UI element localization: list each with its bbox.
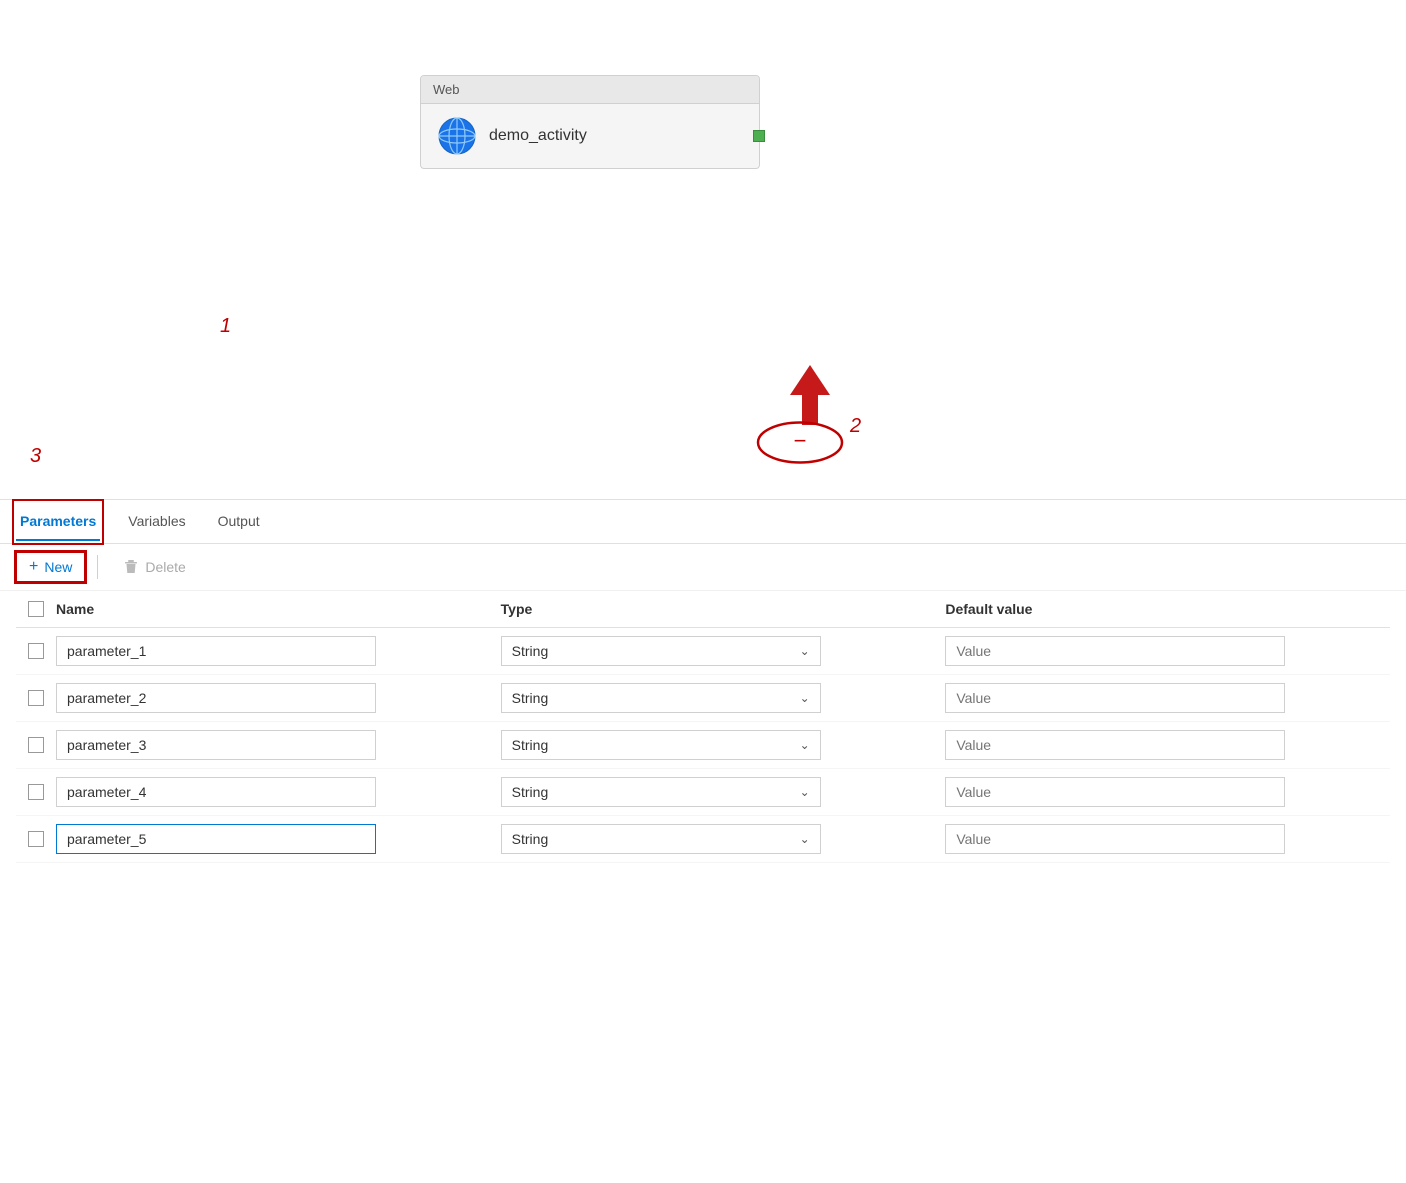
toolbar-divider bbox=[97, 555, 98, 579]
row-3-chevron-icon: ⌄ bbox=[800, 738, 810, 752]
row-2-name-input[interactable] bbox=[56, 683, 376, 713]
globe-icon bbox=[437, 116, 477, 156]
row-3-name-cell bbox=[56, 730, 501, 760]
row-1-checkbox[interactable] bbox=[28, 643, 44, 659]
row-5-checkbox[interactable] bbox=[28, 831, 44, 847]
row-1-chevron-icon: ⌄ bbox=[800, 644, 810, 658]
row-2-chevron-icon: ⌄ bbox=[800, 691, 810, 705]
row-5-name-cell bbox=[56, 824, 501, 854]
row-1-checkbox-cell bbox=[16, 643, 56, 659]
activity-node-header: Web bbox=[421, 76, 759, 104]
row-3-value-cell bbox=[945, 730, 1390, 760]
col-header-default: Default value bbox=[945, 601, 1390, 617]
col-header-type: Type bbox=[501, 601, 946, 617]
row-2-name-cell bbox=[56, 683, 501, 713]
header-checkbox-cell bbox=[16, 601, 56, 617]
row-3-type-select[interactable]: String ⌄ bbox=[501, 730, 821, 760]
activity-status-dot bbox=[753, 130, 765, 142]
row-4-type-select[interactable]: String ⌄ bbox=[501, 777, 821, 807]
tab-output[interactable]: Output bbox=[214, 503, 264, 541]
row-3-value-input[interactable] bbox=[945, 730, 1285, 760]
row-5-type-value: String bbox=[512, 831, 549, 847]
row-4-chevron-icon: ⌄ bbox=[800, 785, 810, 799]
row-2-checkbox-cell bbox=[16, 690, 56, 706]
row-5-value-input[interactable] bbox=[945, 824, 1285, 854]
row-4-type-cell: String ⌄ bbox=[501, 777, 946, 807]
tab-parameters[interactable]: Parameters bbox=[16, 503, 100, 541]
row-4-value-cell bbox=[945, 777, 1390, 807]
row-3-type-value: String bbox=[512, 737, 549, 753]
row-4-checkbox[interactable] bbox=[28, 784, 44, 800]
table-row: String ⌄ bbox=[16, 628, 1390, 675]
row-5-chevron-icon: ⌄ bbox=[800, 832, 810, 846]
row-5-type-select[interactable]: String ⌄ bbox=[501, 824, 821, 854]
plus-icon: + bbox=[29, 558, 38, 576]
table-row: String ⌄ bbox=[16, 769, 1390, 816]
tabs-bar: Parameters Variables Output bbox=[0, 500, 1406, 544]
row-3-checkbox[interactable] bbox=[28, 737, 44, 753]
row-3-checkbox-cell bbox=[16, 737, 56, 753]
trash-icon bbox=[123, 559, 139, 575]
row-1-name-input[interactable] bbox=[56, 636, 376, 666]
row-4-value-input[interactable] bbox=[945, 777, 1285, 807]
canvas-area: Web demo_activity 1 − 2 3 bbox=[0, 0, 1406, 500]
row-2-value-cell bbox=[945, 683, 1390, 713]
row-4-checkbox-cell bbox=[16, 784, 56, 800]
up-arrow-annotation bbox=[785, 365, 835, 425]
row-5-checkbox-cell bbox=[16, 831, 56, 847]
row-2-checkbox[interactable] bbox=[28, 690, 44, 706]
annotation-label-3: 3 bbox=[30, 445, 41, 468]
table-header: Name Type Default value bbox=[16, 591, 1390, 628]
row-2-type-cell: String ⌄ bbox=[501, 683, 946, 713]
row-1-type-value: String bbox=[512, 643, 549, 659]
row-1-value-input[interactable] bbox=[945, 636, 1285, 666]
delete-button[interactable]: Delete bbox=[110, 553, 198, 581]
row-5-type-cell: String ⌄ bbox=[501, 824, 946, 854]
svg-text:−: − bbox=[794, 428, 807, 453]
annotation-label-1: 1 bbox=[220, 315, 231, 338]
row-1-value-cell bbox=[945, 636, 1390, 666]
table-row: String ⌄ bbox=[16, 816, 1390, 863]
table-row: String ⌄ bbox=[16, 675, 1390, 722]
activity-node-body: demo_activity bbox=[421, 104, 759, 168]
row-1-name-cell bbox=[56, 636, 501, 666]
row-2-value-input[interactable] bbox=[945, 683, 1285, 713]
annotation-label-2: 2 bbox=[850, 415, 861, 438]
row-1-type-select[interactable]: String ⌄ bbox=[501, 636, 821, 666]
row-2-type-value: String bbox=[512, 690, 549, 706]
row-5-value-cell bbox=[945, 824, 1390, 854]
row-3-name-input[interactable] bbox=[56, 730, 376, 760]
new-button[interactable]: + New bbox=[16, 552, 85, 582]
new-button-label: New bbox=[44, 559, 72, 575]
table-row: String ⌄ bbox=[16, 722, 1390, 769]
row-4-name-cell bbox=[56, 777, 501, 807]
row-4-type-value: String bbox=[512, 784, 549, 800]
row-5-name-input[interactable] bbox=[56, 824, 376, 854]
row-4-name-input[interactable] bbox=[56, 777, 376, 807]
activity-node[interactable]: Web demo_activity bbox=[420, 75, 760, 169]
bottom-panel: Parameters Variables Output + New Delete… bbox=[0, 500, 1406, 863]
row-2-type-select[interactable]: String ⌄ bbox=[501, 683, 821, 713]
col-header-name: Name bbox=[56, 601, 501, 617]
tab-variables[interactable]: Variables bbox=[124, 503, 189, 541]
row-1-type-cell: String ⌄ bbox=[501, 636, 946, 666]
params-table: Name Type Default value String ⌄ bbox=[0, 591, 1406, 863]
toolbar: + New Delete bbox=[0, 544, 1406, 591]
header-checkbox[interactable] bbox=[28, 601, 44, 617]
delete-button-label: Delete bbox=[145, 559, 185, 575]
row-3-type-cell: String ⌄ bbox=[501, 730, 946, 760]
oval-minus-annotation: − bbox=[755, 420, 845, 465]
activity-name: demo_activity bbox=[489, 127, 587, 145]
